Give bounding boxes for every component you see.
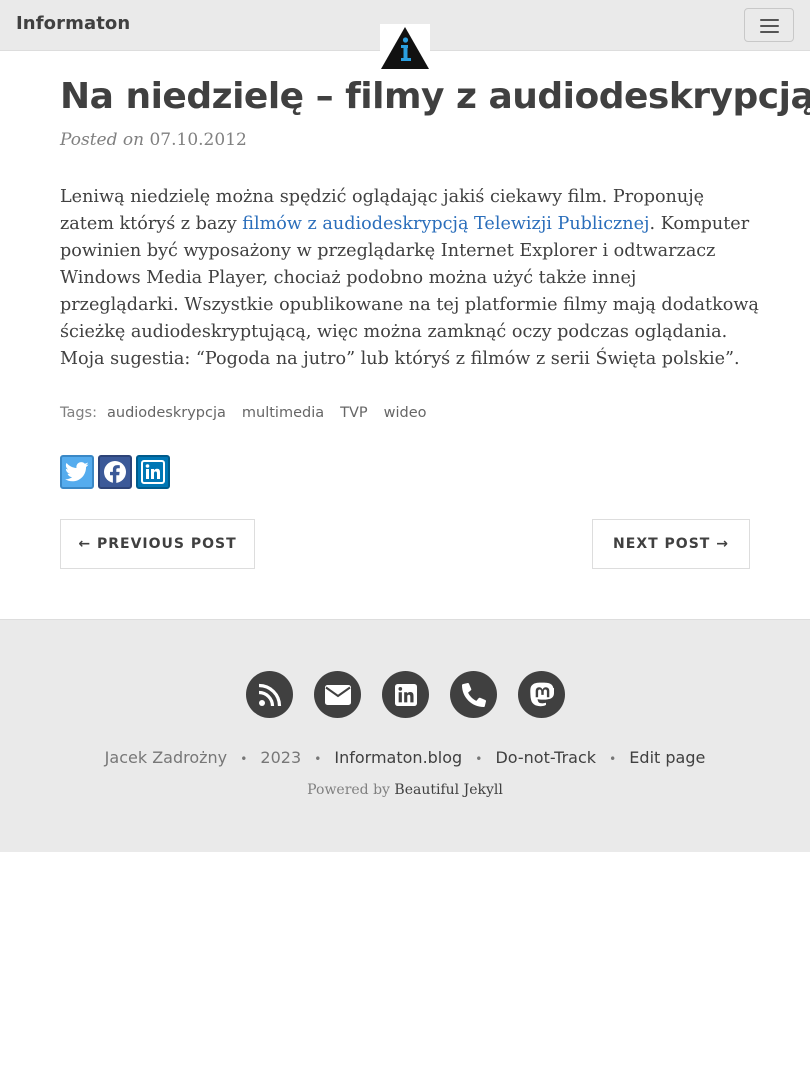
footer-separator: • [609, 752, 617, 766]
footer-separator: • [475, 752, 483, 766]
tag-link[interactable]: TVP [340, 405, 368, 421]
linkedin-link[interactable] [382, 671, 429, 718]
share-linkedin-button[interactable] [136, 455, 170, 489]
footer: Jacek Zadrożny • 2023 • Informaton.blog … [0, 619, 810, 852]
post-body-text: . Komputer powinien być wyposażony w prz… [60, 214, 759, 369]
footer-year: 2023 [260, 748, 302, 767]
theme-link[interactable]: Beautiful Jekyll [394, 782, 502, 798]
next-post-button[interactable]: NEXT POST → [592, 519, 750, 569]
share-facebook-button[interactable] [98, 455, 132, 489]
footer-author: Jacek Zadrożny [104, 748, 228, 767]
facebook-icon [104, 461, 126, 484]
linkedin-icon [394, 683, 417, 706]
posted-on-label: Posted on [60, 130, 145, 150]
hamburger-menu-icon [760, 19, 779, 21]
footer-separator: • [240, 752, 248, 766]
footer-copyright: Jacek Zadrożny • 2023 • Informaton.blog … [0, 748, 810, 767]
share-buttons [60, 455, 170, 489]
email-link[interactable] [314, 671, 361, 718]
share-twitter-button[interactable] [60, 455, 94, 489]
rss-link[interactable] [246, 671, 293, 718]
brand-link[interactable]: Informaton [16, 13, 130, 34]
footer-site-link[interactable]: Informaton.blog [334, 748, 462, 767]
phone-link[interactable] [450, 671, 497, 718]
footer-powered-by: Powered by Beautiful Jekyll [0, 782, 810, 798]
post-meta: Posted on 07.10.2012 [60, 130, 247, 150]
tags-label: Tags: [60, 405, 97, 421]
phone-icon [461, 682, 486, 707]
mastodon-link[interactable] [518, 671, 565, 718]
envelope-icon [324, 684, 351, 705]
menu-toggle-button[interactable] [744, 8, 794, 42]
post-body: Leniwą niedzielę można spędzić oglądając… [60, 184, 760, 373]
tag-link[interactable]: wideo [384, 405, 427, 421]
tags: Tags: audiodeskrypcja multimedia TVP wid… [60, 405, 443, 421]
hamburger-menu-icon-line [760, 31, 779, 33]
tag-link[interactable]: audiodeskrypcja [107, 405, 226, 421]
post-title: Na niedzielę – filmy z audiodeskrypcją [60, 76, 810, 117]
previous-post-button[interactable]: ← PREVIOUS POST [60, 519, 255, 569]
tvp-films-link[interactable]: filmów z audiodeskrypcją Telewizji Publi… [242, 214, 649, 234]
powered-by-label: Powered by [307, 782, 390, 798]
hamburger-menu-icon-line [760, 25, 779, 27]
footer-social-links [246, 671, 565, 718]
footer-separator: • [314, 752, 322, 766]
twitter-icon [65, 462, 89, 482]
tag-link[interactable]: multimedia [242, 405, 324, 421]
site-logo[interactable] [380, 24, 430, 70]
footer-dnt-link[interactable]: Do-not-Track [495, 748, 596, 767]
rss-icon [258, 683, 281, 706]
footer-edit-page-link[interactable]: Edit page [629, 748, 705, 767]
mastodon-icon [529, 682, 554, 706]
info-triangle-logo-icon [381, 27, 429, 69]
linkedin-icon [141, 460, 165, 484]
post-date: 07.10.2012 [149, 130, 247, 150]
